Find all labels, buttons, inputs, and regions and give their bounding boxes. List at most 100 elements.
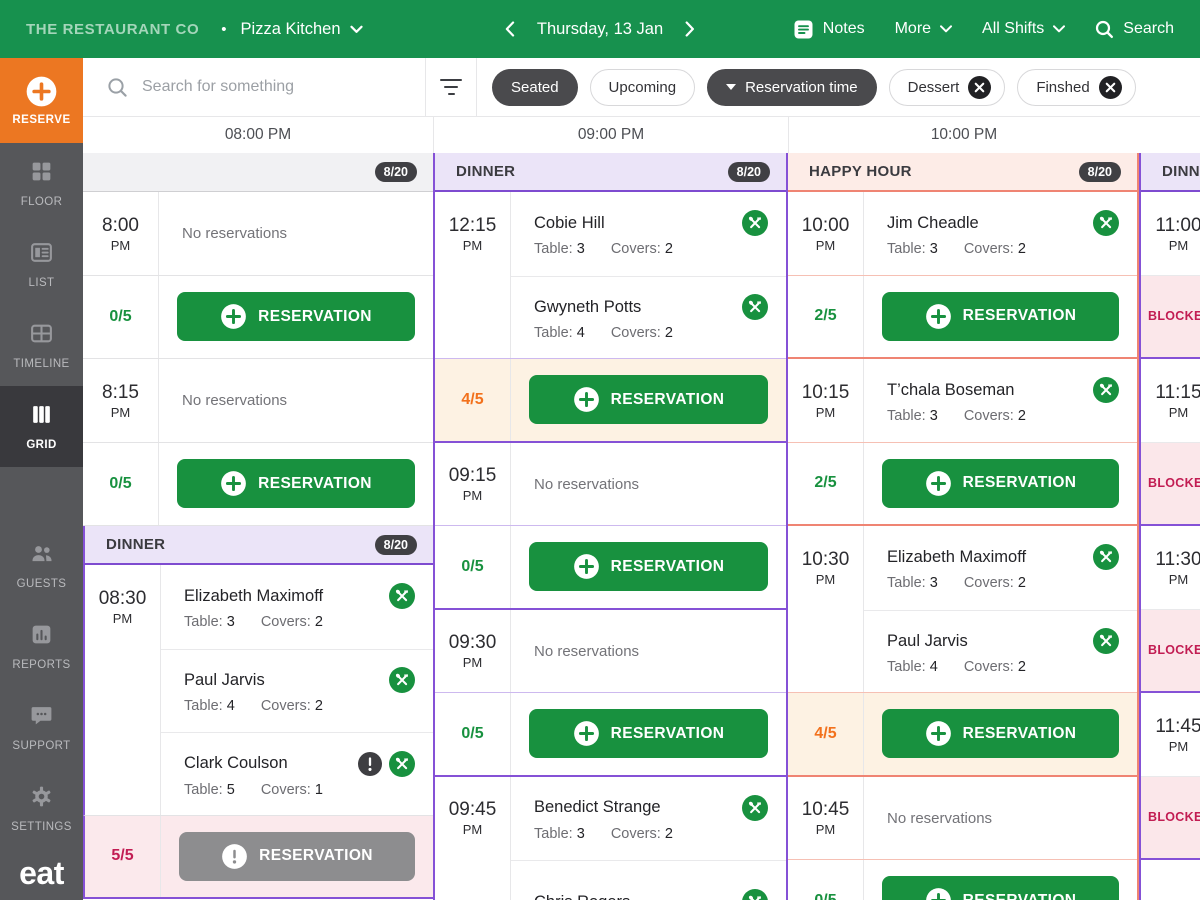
seated-status-icon[interactable]: [389, 667, 415, 693]
sidebar-item-list[interactable]: LIST: [0, 224, 83, 305]
filter-icon[interactable]: [440, 79, 462, 96]
seated-status-icon[interactable]: [389, 751, 415, 777]
reservation-button-wrap: RESERVATION: [511, 359, 786, 441]
chevron-down-icon: [350, 25, 363, 34]
capacity-count: 0/5: [788, 860, 864, 900]
chevron-down-icon: [940, 25, 952, 33]
slot-content: No reservations: [159, 359, 433, 442]
slot-time: 09:30PM: [435, 610, 511, 693]
sidebar-item-support[interactable]: SUPPORT: [0, 687, 83, 768]
reservation-card[interactable]: Cobie HillTable: 3Covers: 2: [511, 192, 786, 276]
separator-dot: •: [221, 21, 226, 38]
next-day-button[interactable]: [685, 21, 695, 37]
filter-chip-reservation-time[interactable]: Reservation time: [707, 69, 877, 106]
seated-status-icon[interactable]: [1093, 544, 1119, 570]
more-menu[interactable]: More: [895, 20, 952, 38]
reservation-card[interactable]: Elizabeth MaximoffTable: 3Covers: 2: [161, 565, 433, 649]
add-reservation-button[interactable]: RESERVATION: [882, 459, 1119, 508]
slot-time-text: 8:00: [102, 215, 139, 237]
sidebar-item-floor[interactable]: FLOOR: [0, 143, 83, 224]
sidebar-item-label: GUESTS: [17, 578, 67, 590]
prev-day-button[interactable]: [505, 21, 515, 37]
sidebar: RESERVE FLOORLISTTIMELINE GRID GUESTS REPOR…: [0, 58, 83, 900]
reservation-card[interactable]: Paul JarvisTable: 4Covers: 2: [864, 610, 1137, 694]
reservation-button-label: RESERVATION: [963, 725, 1077, 743]
reservation-details: Table: 4Covers: 2: [184, 698, 415, 714]
slot-content: No reservations: [511, 443, 786, 526]
sidebar-item-settings[interactable]: SETTINGS: [0, 768, 83, 849]
filter-chip-seated[interactable]: Seated: [492, 69, 578, 106]
filter-chip-finshed[interactable]: Finshed: [1017, 69, 1135, 106]
notes-button[interactable]: Notes: [793, 19, 865, 40]
seated-status-icon[interactable]: [742, 210, 768, 236]
filter-chip-upcoming[interactable]: Upcoming: [590, 69, 696, 106]
slot-time-text: 10:30: [802, 549, 850, 571]
add-reservation-button[interactable]: RESERVATION: [177, 459, 415, 508]
date-navigator: Thursday, 13 Jan: [505, 20, 695, 39]
add-reservation-button[interactable]: RESERVATION: [529, 375, 768, 424]
slot-time-inner: 8:15PM: [83, 359, 158, 443]
slot-time-meridiem: PM: [463, 822, 483, 837]
global-search-button[interactable]: Search: [1095, 20, 1174, 39]
sidebar-nav: FLOORLISTTIMELINE GRID GUESTS REPORTSSUPPOR…: [0, 143, 83, 849]
sidebar-item-guests[interactable]: GUESTS: [0, 525, 83, 606]
search-input[interactable]: [142, 78, 392, 96]
slot-time: 8:15PM: [83, 359, 159, 442]
reservation-card[interactable]: Paul JarvisTable: 4Covers: 2: [161, 649, 433, 733]
seated-status-icon[interactable]: [1093, 628, 1119, 654]
slot-time-meridiem: PM: [463, 238, 483, 253]
close-icon[interactable]: [1099, 76, 1122, 99]
settings-icon: [29, 784, 54, 814]
venue-switcher[interactable]: Pizza Kitchen: [241, 20, 363, 39]
seated-status-icon[interactable]: [1093, 210, 1119, 236]
current-date[interactable]: Thursday, 13 Jan: [537, 20, 663, 39]
add-reservation-button[interactable]: RESERVATION: [529, 709, 768, 758]
sidebar-item-label: GRID: [26, 439, 56, 451]
seated-status-icon[interactable]: [742, 795, 768, 821]
reservation-card[interactable]: Chris Rogers: [511, 860, 786, 900]
seated-status-icon[interactable]: [1093, 377, 1119, 403]
reservation-card[interactable]: T’chala BosemanTable: 3Covers: 2: [864, 359, 1137, 443]
sidebar-item-timeline[interactable]: TIMELINE: [0, 305, 83, 386]
reservation-full-button[interactable]: RESERVATION: [179, 832, 415, 881]
slot-time-meridiem: PM: [816, 822, 836, 837]
reservation-card[interactable]: Jim CheadleTable: 3Covers: 2: [864, 192, 1137, 276]
add-reservation-button[interactable]: RESERVATION: [882, 876, 1119, 900]
seated-status-icon[interactable]: [389, 583, 415, 609]
reserve-button[interactable]: RESERVE: [0, 58, 83, 143]
toolbar-divider: [425, 58, 426, 117]
seated-status-icon[interactable]: [742, 889, 768, 900]
covers-label: Covers:: [261, 614, 315, 630]
table-label: Table:: [184, 614, 227, 630]
capacity-badge: 8/20: [728, 162, 770, 182]
time-slot: 8:00PMNo reservations: [83, 192, 433, 276]
slot-content: Cobie HillTable: 3Covers: 2Gwyneth Potts…: [511, 192, 786, 358]
time-header-label: 10:00 PM: [788, 117, 1139, 153]
close-icon[interactable]: [968, 76, 991, 99]
seated-status-icon[interactable]: [742, 294, 768, 320]
add-reservation-button[interactable]: RESERVATION: [882, 292, 1119, 341]
filter-chips: Seated Upcoming Reservation time Dessert Fin…: [492, 69, 1136, 106]
add-reservation-button[interactable]: RESERVATION: [177, 292, 415, 341]
reservation-button-label: RESERVATION: [611, 558, 725, 576]
capacity-row: 5/5RESERVATION: [83, 816, 433, 900]
reservation-card[interactable]: Gwyneth PottsTable: 4Covers: 2: [511, 276, 786, 360]
time-slot: 10:45PMNo reservations: [788, 777, 1137, 861]
capacity-badge: 8/20: [1079, 162, 1121, 182]
slot-time: 11:30PM: [1141, 526, 1200, 609]
filter-chip-dessert[interactable]: Dessert: [889, 69, 1006, 106]
reservation-card[interactable]: Clark CoulsonTable: 5Covers: 1: [161, 732, 433, 816]
slot-time-inner: 09:15PM: [435, 443, 510, 527]
sidebar-item-reports[interactable]: REPORTS: [0, 606, 83, 687]
slot-content: No reservations: [159, 192, 433, 275]
reservation-button-wrap: RESERVATION: [864, 443, 1137, 525]
sidebar-item-grid[interactable]: GRID: [0, 386, 83, 467]
reservation-card[interactable]: Elizabeth MaximoffTable: 3Covers: 2: [864, 526, 1137, 610]
add-reservation-button[interactable]: RESERVATION: [529, 542, 768, 591]
add-reservation-button[interactable]: RESERVATION: [882, 709, 1119, 758]
reservation-card-header: Elizabeth Maximoff: [184, 583, 415, 609]
more-label: More: [895, 20, 931, 38]
section-header: 8/20: [83, 153, 433, 192]
shift-filter-dropdown[interactable]: All Shifts: [982, 20, 1065, 38]
reservation-card[interactable]: Benedict StrangeTable: 3Covers: 2: [511, 777, 786, 861]
